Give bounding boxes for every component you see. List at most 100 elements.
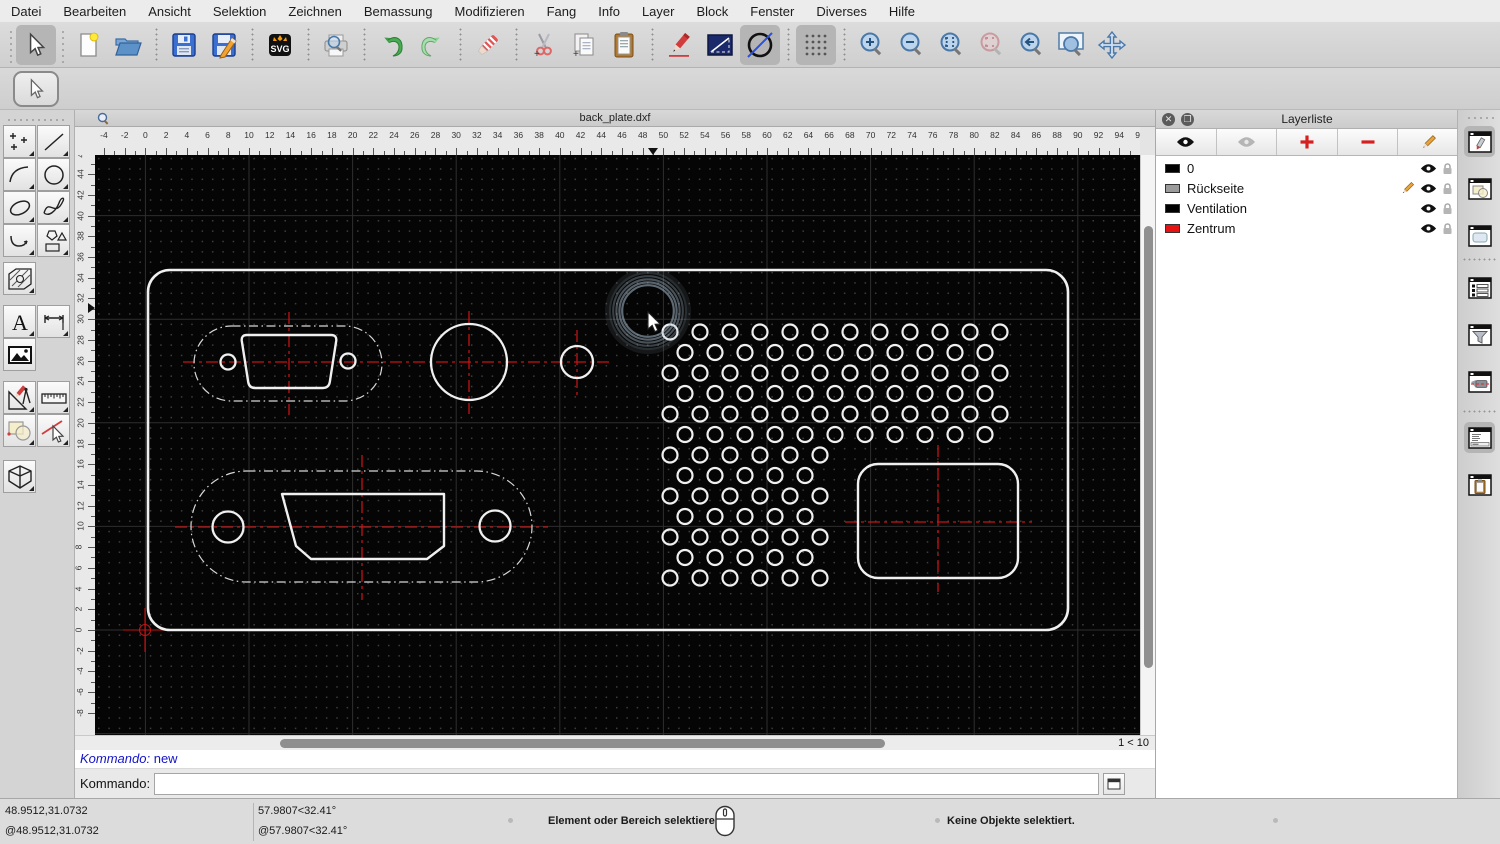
clipboard-panel-toggle[interactable] (1464, 469, 1495, 500)
text-tool-button[interactable]: A (3, 305, 36, 338)
layer-row-Ventilation[interactable]: Ventilation (1156, 198, 1458, 218)
select-tool-button[interactable] (16, 24, 56, 65)
add-layer-button[interactable] (1277, 129, 1338, 155)
menu-datei[interactable]: Datei (0, 4, 52, 19)
layer-lock-icon[interactable] (1442, 182, 1453, 195)
pen-edit-button[interactable] (660, 25, 700, 65)
layer-color-swatch[interactable] (1165, 223, 1180, 233)
layer-lock-icon[interactable] (1442, 162, 1453, 175)
save-button[interactable] (164, 25, 204, 65)
property-editor-toggle[interactable] (1464, 126, 1495, 157)
layer-visibility-icon[interactable] (1420, 203, 1437, 214)
edit-layer-button[interactable] (1398, 129, 1458, 155)
circle-tool-palette-button[interactable] (37, 158, 70, 191)
menu-bemassung[interactable]: Bemassung (353, 4, 444, 19)
layer-list-toggle[interactable] (1464, 272, 1495, 303)
layer-row-0[interactable]: 0 (1156, 158, 1458, 178)
detach-panel-button[interactable]: ❐ (1181, 113, 1194, 126)
new-file-button[interactable] (68, 25, 108, 65)
layer-lock-icon[interactable] (1442, 202, 1453, 215)
grid-toggle-button[interactable] (796, 24, 836, 65)
line-settings-button[interactable] (700, 25, 740, 65)
command-line-toggle[interactable] (1464, 422, 1495, 453)
pen-settings-toggle[interactable] (1464, 366, 1495, 397)
toolbar-handle[interactable] (6, 26, 14, 63)
command-input[interactable] (154, 772, 1100, 795)
menu-zeichnen[interactable]: Zeichnen (277, 4, 352, 19)
dimension-tool-button[interactable] (37, 305, 70, 338)
spline-tool-button[interactable] (37, 191, 70, 224)
layer-lock-icon[interactable] (1442, 222, 1453, 235)
points-tool-button[interactable] (3, 125, 36, 158)
layer-color-swatch[interactable] (1165, 203, 1180, 213)
block-tools-button[interactable] (3, 414, 36, 447)
horizontal-scrollbar-thumb[interactable] (280, 739, 885, 748)
selection-filter-toggle[interactable] (1464, 319, 1495, 350)
menu-ansicht[interactable]: Ansicht (137, 4, 202, 19)
zoom-selection-button[interactable] (972, 25, 1012, 65)
layer-visibility-icon[interactable] (1420, 183, 1437, 194)
zoom-auto-button[interactable] (932, 25, 972, 65)
paste-button[interactable] (604, 25, 644, 65)
modify-tools-button[interactable] (3, 381, 36, 414)
image-tool-button[interactable] (3, 338, 36, 371)
copy-button[interactable]: + (564, 25, 604, 65)
remove-layer-button[interactable] (1338, 129, 1399, 155)
menu-fenster[interactable]: Fenster (739, 4, 805, 19)
selection-pointer-button[interactable] (13, 71, 59, 107)
hatch-tool-button[interactable] (3, 262, 36, 295)
menu-info[interactable]: Info (587, 4, 631, 19)
ellipse-tool-button[interactable] (3, 191, 36, 224)
drawing-canvas[interactable] (95, 155, 1140, 735)
horizontal-scrollbar[interactable]: 1 < 10 (75, 735, 1155, 750)
svg-text:A: A (12, 310, 28, 335)
measure-tools-button[interactable] (37, 381, 70, 414)
close-panel-button[interactable]: ✕ (1162, 113, 1175, 126)
view-3d-button[interactable] (3, 460, 36, 493)
zoom-out-button[interactable] (892, 25, 932, 65)
circle-tool-button[interactable] (740, 24, 780, 65)
menu-bearbeiten[interactable]: Bearbeiten (52, 4, 137, 19)
vertical-scrollbar[interactable] (1140, 155, 1155, 735)
save-as-button[interactable] (204, 25, 244, 65)
menu-diverses[interactable]: Diverses (805, 4, 878, 19)
layer-color-swatch[interactable] (1165, 163, 1180, 173)
undo-button[interactable] (372, 25, 412, 65)
show-all-layers-button[interactable] (1156, 129, 1217, 155)
menu-fang[interactable]: Fang (536, 4, 588, 19)
hide-all-layers-button[interactable] (1217, 129, 1278, 155)
delete-button[interactable] (468, 25, 508, 65)
menu-block[interactable]: Block (685, 4, 739, 19)
layer-row-Zentrum[interactable]: Zentrum (1156, 218, 1458, 238)
print-preview-button[interactable] (316, 25, 356, 65)
palette-handle[interactable] (6, 118, 68, 122)
toolbar-handle[interactable] (58, 26, 66, 63)
zoom-window-button[interactable] (1052, 25, 1092, 65)
redo-button[interactable] (412, 25, 452, 65)
shapes-tool-button[interactable] (37, 224, 70, 257)
layer-color-swatch[interactable] (1165, 183, 1180, 193)
modify-selection-button[interactable] (37, 414, 70, 447)
vertical-scrollbar-thumb[interactable] (1144, 226, 1153, 668)
dock-handle[interactable] (1466, 116, 1494, 120)
block-list-toggle[interactable] (1464, 173, 1495, 204)
menu-layer[interactable]: Layer (631, 4, 686, 19)
line-tool-button[interactable] (37, 125, 70, 158)
open-file-button[interactable] (108, 25, 148, 65)
svg-export-button[interactable]: SVG (260, 25, 300, 65)
library-browser-toggle[interactable] (1464, 220, 1495, 251)
layer-visibility-icon[interactable] (1420, 223, 1437, 234)
zoom-previous-button[interactable] (1012, 25, 1052, 65)
polyline-tool-button[interactable] (3, 224, 36, 257)
menu-hilfe[interactable]: Hilfe (878, 4, 926, 19)
cut-button[interactable]: + (524, 25, 564, 65)
drawing-window-titlebar[interactable]: back_plate.dxf (75, 110, 1155, 127)
pan-button[interactable] (1092, 25, 1132, 65)
command-options-button[interactable] (1103, 772, 1126, 795)
arc-tool-button[interactable] (3, 158, 36, 191)
menu-modifizieren[interactable]: Modifizieren (444, 4, 536, 19)
layer-row-Rückseite[interactable]: Rückseite (1156, 178, 1458, 198)
layer-visibility-icon[interactable] (1420, 163, 1437, 174)
menu-selektion[interactable]: Selektion (202, 4, 277, 19)
zoom-in-button[interactable] (852, 25, 892, 65)
